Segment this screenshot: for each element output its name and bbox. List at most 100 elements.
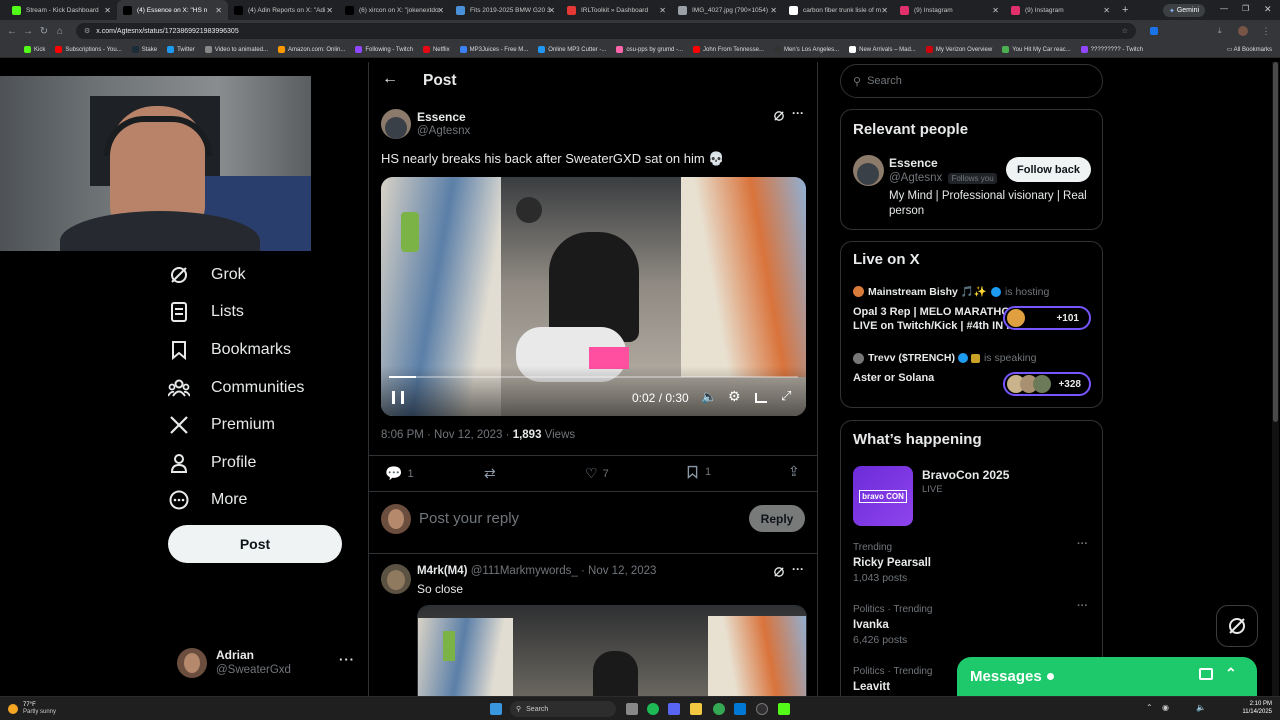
gemini-button[interactable]: ✦ Gemini — [1163, 4, 1205, 17]
minimize-window-button[interactable]: — — [1220, 4, 1228, 13]
bookmark-item[interactable]: New Arrivals – Mad... — [849, 46, 916, 53]
like-action[interactable]: ♡ 7 — [585, 465, 609, 482]
weather-widget[interactable]: 77°F Partly sunny — [8, 700, 56, 718]
close-tab-icon[interactable]: ✕ — [104, 6, 111, 15]
browser-tab[interactable]: (9) Instagram ✕ — [1005, 0, 1116, 20]
browser-tab[interactable]: Fits 2019-2025 BMW G20 3 ✕ — [450, 0, 561, 20]
trend-item[interactable]: Politics · Trending Ivanka 6,426 posts ·… — [853, 600, 1098, 648]
close-tab-icon[interactable]: ✕ — [659, 6, 666, 15]
all-bookmarks[interactable]: ▭ All Bookmarks — [1227, 46, 1272, 53]
bookmark-item[interactable]: Stake — [131, 46, 157, 53]
grok-floating-button[interactable] — [1216, 605, 1258, 647]
extension-icon[interactable] — [1150, 27, 1158, 35]
bookmark-star-icon[interactable]: ☆ — [1122, 27, 1128, 35]
menu-dots-icon[interactable]: ⋮ — [1262, 26, 1271, 37]
download-icon[interactable]: ⤓ — [1218, 26, 1222, 36]
bookmark-item[interactable]: Men's Los Angeles... — [773, 46, 839, 53]
post-button[interactable]: Post — [168, 525, 342, 563]
search-input[interactable]: ⚲ Search — [840, 64, 1103, 98]
bookmark-item[interactable]: You Hit My Car reac... — [1002, 46, 1071, 53]
trend-item[interactable]: Trending Ricky Pearsall 1,043 posts ··· — [853, 538, 1098, 586]
event-name[interactable]: BravoCon 2025 — [922, 468, 1009, 482]
nav-item-premium[interactable]: Premium — [168, 406, 304, 444]
reply-action[interactable]: 💬 1 — [385, 465, 414, 482]
file-explorer-icon[interactable] — [690, 703, 702, 715]
settings-gear-icon[interactable]: ⚙ — [728, 388, 741, 405]
bookmark-action[interactable]: 1 — [687, 465, 711, 479]
back-arrow-icon[interactable]: ← — [382, 70, 398, 88]
person-avatar[interactable] — [853, 155, 884, 186]
restore-window-button[interactable]: ❐ — [1242, 4, 1249, 13]
browser-tab[interactable]: (9) Instagram ✕ — [894, 0, 1005, 20]
forward-arrow-icon[interactable]: → — [20, 26, 36, 37]
person-handle[interactable]: @Agtesnx — [889, 172, 942, 184]
browser-tab[interactable]: IRLToolkit » Dashboard ✕ — [561, 0, 672, 20]
more-dots-icon[interactable]: ··· — [792, 106, 804, 120]
browser-tab[interactable]: Stream - Kick Dashboard ✕ — [6, 0, 117, 20]
bookmark-item[interactable]: Amazon.com: Onlin... — [278, 46, 345, 53]
spotify-icon[interactable] — [647, 703, 659, 715]
nav-item-grok[interactable]: Grok — [168, 256, 304, 294]
reload-icon[interactable]: ↻ — [36, 26, 52, 37]
bookmark-item[interactable]: MP3Juices - Free M... — [459, 46, 528, 53]
close-tab-icon[interactable]: ✕ — [326, 6, 333, 15]
bookmark-item[interactable]: Video to animated... — [204, 46, 268, 53]
bookmark-item[interactable]: Online MP3 Cutter -... — [538, 46, 606, 53]
profile-avatar-icon[interactable] — [1237, 26, 1248, 36]
chevron-up-icon[interactable]: ⌃ — [1146, 703, 1153, 712]
close-tab-icon[interactable]: ✕ — [1103, 6, 1110, 15]
bookmark-item[interactable]: osu-pps by grumd -... — [616, 46, 683, 53]
live-item[interactable]: Mainstream Bishy 🎵✨ is hosting Opal 3 Re… — [853, 285, 1098, 340]
volume-icon[interactable]: 🔈 — [701, 389, 717, 405]
chevron-up-icon[interactable]: ⌃ — [1225, 665, 1237, 682]
reply-date[interactable]: · Nov 12, 2023 — [581, 565, 656, 577]
site-info-icon[interactable]: ⚙ — [84, 27, 90, 35]
nav-item-bookmarks[interactable]: Bookmarks — [168, 331, 304, 369]
more-dots-icon[interactable]: ··· — [1077, 600, 1088, 612]
browser-tab[interactable]: (4) Adin Reports on X: "Adi ✕ — [228, 0, 339, 20]
windows-start-icon[interactable] — [490, 703, 502, 715]
grok-icon[interactable] — [773, 565, 785, 583]
pip-icon[interactable] — [755, 393, 767, 403]
browser-tab[interactable]: IMG_4027.jpg (790×1054) ✕ — [672, 0, 783, 20]
person-name[interactable]: Essence — [889, 156, 938, 170]
bookmark-item[interactable]: Subscriptions - You... — [55, 46, 122, 53]
network-icon[interactable]: ◉ — [1162, 703, 1169, 712]
account-switcher[interactable]: Adrian @SweaterGxd ··· — [177, 646, 357, 680]
close-tab-icon[interactable]: ✕ — [992, 6, 999, 15]
new-tab-button[interactable]: + — [1122, 4, 1128, 16]
back-arrow-icon[interactable]: ← — [4, 26, 20, 37]
follow-back-button[interactable]: Follow back — [1006, 157, 1091, 182]
video-progress-track[interactable] — [389, 376, 798, 378]
post-timestamp[interactable]: 8:06 PM · Nov 12, 2023 · — [381, 429, 513, 441]
close-tab-icon[interactable]: ✕ — [215, 6, 222, 15]
close-tab-icon[interactable]: ✕ — [548, 6, 555, 15]
more-dots-icon[interactable]: ··· — [792, 562, 804, 576]
bookmark-item[interactable]: Twitter — [167, 46, 195, 53]
obs-icon[interactable] — [756, 703, 768, 715]
scrollbar-thumb[interactable] — [1273, 62, 1278, 422]
bookmark-item[interactable]: Netflix — [422, 46, 450, 53]
live-item[interactable]: Trevv ($TRENCH) is speaking Aster or Sol… — [853, 352, 1098, 397]
nav-item-communities[interactable]: Communities — [168, 369, 304, 407]
new-message-icon[interactable] — [1199, 668, 1213, 680]
nav-item-lists[interactable]: Lists — [168, 294, 304, 332]
bookmark-item[interactable]: John From Tennesse... — [693, 46, 764, 53]
reply-author-avatar[interactable] — [381, 564, 411, 594]
photos-icon[interactable] — [734, 703, 746, 715]
taskbar-search[interactable]: ⚲ Search — [510, 701, 616, 717]
close-window-button[interactable]: ✕ — [1264, 4, 1272, 15]
author-avatar[interactable] — [381, 109, 411, 139]
bookmark-item[interactable]: My Verizon Overview — [925, 46, 992, 53]
share-icon[interactable]: ⇪ — [788, 463, 800, 480]
repost-action[interactable]: ⇄ — [484, 465, 496, 482]
nav-item-profile[interactable]: Profile — [168, 444, 304, 482]
browser-tab[interactable]: (6) xircon on X: "jokenextdo ✕ — [339, 0, 450, 20]
chrome-icon[interactable] — [713, 703, 725, 715]
discord-icon[interactable] — [668, 703, 680, 715]
fullscreen-icon[interactable]: ⤢ — [781, 388, 791, 404]
browser-tab[interactable]: carbon fiber trunk lisle of m ✕ — [783, 0, 894, 20]
reply-media[interactable] — [417, 605, 807, 696]
video-player[interactable]: 0:02 / 0:30 🔈 ⚙ ⤢ — [381, 177, 806, 416]
messages-drawer[interactable]: Messages ⌃ — [957, 657, 1257, 696]
